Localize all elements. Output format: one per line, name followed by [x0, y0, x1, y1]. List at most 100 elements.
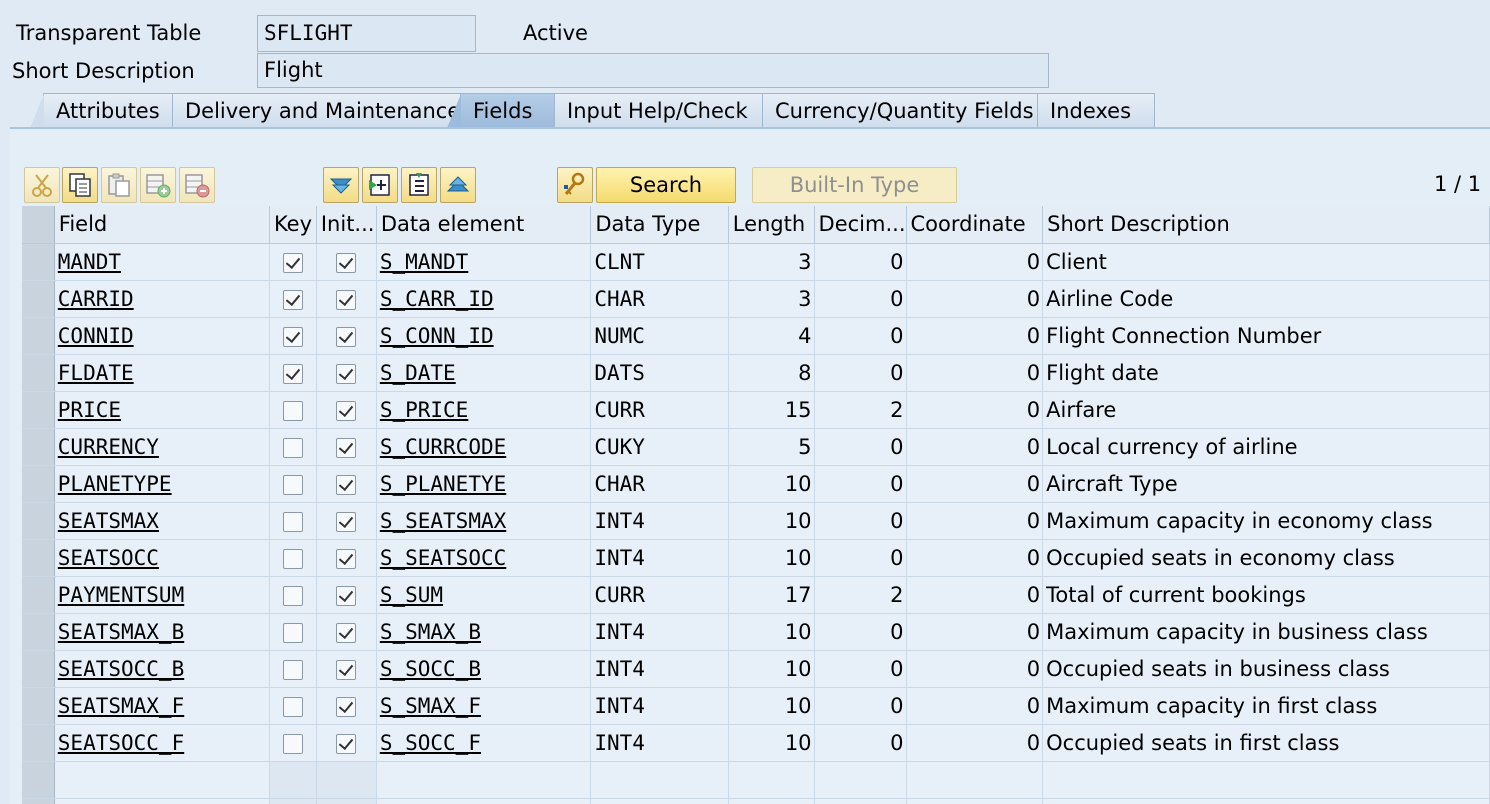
field-name-link[interactable]: CARRID: [58, 287, 134, 311]
data-element-link[interactable]: S_SUM: [380, 583, 443, 607]
data-type-cell[interactable]: INT4: [590, 613, 729, 651]
key-checkbox[interactable]: [282, 659, 303, 680]
field-name-link[interactable]: CURRENCY: [58, 435, 159, 459]
column-header-coordinate[interactable]: Coordinate: [906, 206, 1044, 244]
coordinate-cell[interactable]: 0: [906, 613, 1044, 651]
decimals-cell[interactable]: 0: [814, 465, 907, 503]
coordinate-cell[interactable]: 0: [906, 391, 1044, 429]
data-element-link[interactable]: S_PLANETYE: [380, 472, 506, 496]
delete-row-button[interactable]: [179, 167, 215, 203]
empty-cell[interactable]: [814, 798, 907, 804]
short-description-cell[interactable]: Maximum capacity in first class: [1042, 687, 1490, 725]
decimals-cell[interactable]: 0: [814, 243, 907, 281]
coordinate-cell[interactable]: 0: [906, 724, 1044, 762]
data-element-link[interactable]: S_CARR_ID: [380, 287, 494, 311]
paste-button[interactable]: [101, 167, 137, 203]
row-selector[interactable]: [22, 798, 55, 804]
row-selector[interactable]: [22, 687, 55, 725]
initial-values-checkbox[interactable]: [336, 511, 357, 532]
decimals-cell[interactable]: 0: [814, 317, 907, 355]
empty-cell[interactable]: [590, 761, 729, 799]
initial-values-checkbox[interactable]: [336, 696, 357, 717]
row-selector[interactable]: [22, 539, 55, 577]
coordinate-cell[interactable]: 0: [906, 317, 1044, 355]
length-cell[interactable]: 10: [728, 724, 815, 762]
field-name-link[interactable]: FLDATE: [58, 361, 134, 385]
short-description-cell[interactable]: Total of current bookings: [1042, 576, 1490, 614]
initial-values-checkbox[interactable]: [336, 437, 357, 458]
data-element-link[interactable]: S_SMAX_B: [380, 620, 481, 644]
row-selector[interactable]: [22, 280, 55, 318]
row-selector[interactable]: [22, 354, 55, 392]
decimals-cell[interactable]: 0: [814, 354, 907, 392]
empty-cell[interactable]: [728, 761, 815, 799]
decimals-cell[interactable]: 0: [814, 280, 907, 318]
key-checkbox[interactable]: [282, 622, 303, 643]
short-description-cell[interactable]: Aircraft Type: [1042, 465, 1490, 503]
length-cell[interactable]: 3: [728, 280, 815, 318]
decimals-cell[interactable]: 0: [814, 650, 907, 688]
empty-cell[interactable]: [728, 798, 815, 804]
row-selector[interactable]: [22, 428, 55, 466]
row-selector[interactable]: [22, 613, 55, 651]
initial-values-checkbox[interactable]: [336, 400, 357, 421]
initial-values-checkbox[interactable]: [336, 326, 357, 347]
field-name-link[interactable]: SEATSMAX: [58, 509, 159, 533]
data-type-cell[interactable]: CURR: [590, 391, 729, 429]
tab-fields[interactable]: Fields: [447, 93, 564, 128]
data-type-cell[interactable]: INT4: [590, 650, 729, 688]
coordinate-cell[interactable]: 0: [906, 502, 1044, 540]
column-header-data-element[interactable]: Data element: [376, 206, 592, 244]
empty-cell[interactable]: [376, 761, 592, 799]
short-description-cell[interactable]: Maximum capacity in economy class: [1042, 502, 1490, 540]
data-type-cell[interactable]: DATS: [590, 354, 729, 392]
short-description-cell[interactable]: Client: [1042, 243, 1490, 281]
select-all-cell[interactable]: [22, 206, 55, 244]
length-cell[interactable]: 10: [728, 465, 815, 503]
field-name-link[interactable]: SEATSOCC_B: [58, 657, 184, 681]
key-checkbox[interactable]: [282, 696, 303, 717]
scroll-bottom-button[interactable]: [323, 167, 359, 203]
field-name-link[interactable]: PAYMENTSUM: [58, 583, 184, 607]
data-element-link[interactable]: S_CONN_ID: [380, 324, 494, 348]
empty-cell[interactable]: [54, 761, 270, 799]
key-checkbox[interactable]: [282, 733, 303, 754]
data-type-cell[interactable]: INT4: [590, 687, 729, 725]
decimals-cell[interactable]: 0: [814, 502, 907, 540]
length-cell[interactable]: 10: [728, 687, 815, 725]
data-type-cell[interactable]: CURR: [590, 576, 729, 614]
decimals-cell[interactable]: 0: [814, 724, 907, 762]
tab-currency-quantity-fields[interactable]: Currency/Quantity Fields: [762, 93, 1038, 127]
initial-values-checkbox[interactable]: [336, 474, 357, 495]
scroll-prev-button[interactable]: [401, 167, 437, 203]
data-element-link[interactable]: S_DATE: [380, 361, 456, 385]
initial-values-checkbox[interactable]: [336, 252, 357, 273]
search-button[interactable]: Search: [596, 167, 736, 203]
row-selector[interactable]: [22, 465, 55, 503]
column-header-field[interactable]: Field: [54, 206, 270, 244]
initial-values-checkbox[interactable]: [336, 548, 357, 569]
field-name-link[interactable]: SEATSMAX_B: [58, 620, 184, 644]
field-name-link[interactable]: PLANETYPE: [58, 472, 172, 496]
coordinate-cell[interactable]: 0: [906, 687, 1044, 725]
short-description-cell[interactable]: Flight Connection Number: [1042, 317, 1490, 355]
column-header-length[interactable]: Length: [728, 206, 815, 244]
coordinate-cell[interactable]: 0: [906, 650, 1044, 688]
data-type-cell[interactable]: INT4: [590, 724, 729, 762]
length-cell[interactable]: 10: [728, 650, 815, 688]
key-checkbox[interactable]: [282, 326, 303, 347]
coordinate-cell[interactable]: 0: [906, 243, 1044, 281]
decimals-cell[interactable]: 0: [814, 687, 907, 725]
row-selector[interactable]: [22, 317, 55, 355]
length-cell[interactable]: 10: [728, 613, 815, 651]
key-checkbox[interactable]: [282, 363, 303, 384]
length-cell[interactable]: 15: [728, 391, 815, 429]
row-selector[interactable]: [22, 650, 55, 688]
tab-input-help-check[interactable]: Input Help/Check: [554, 93, 763, 127]
data-type-cell[interactable]: CUKY: [590, 428, 729, 466]
row-selector[interactable]: [22, 576, 55, 614]
coordinate-cell[interactable]: 0: [906, 354, 1044, 392]
coordinate-cell[interactable]: 0: [906, 465, 1044, 503]
field-name-link[interactable]: MANDT: [58, 250, 121, 274]
key-checkbox[interactable]: [282, 437, 303, 458]
